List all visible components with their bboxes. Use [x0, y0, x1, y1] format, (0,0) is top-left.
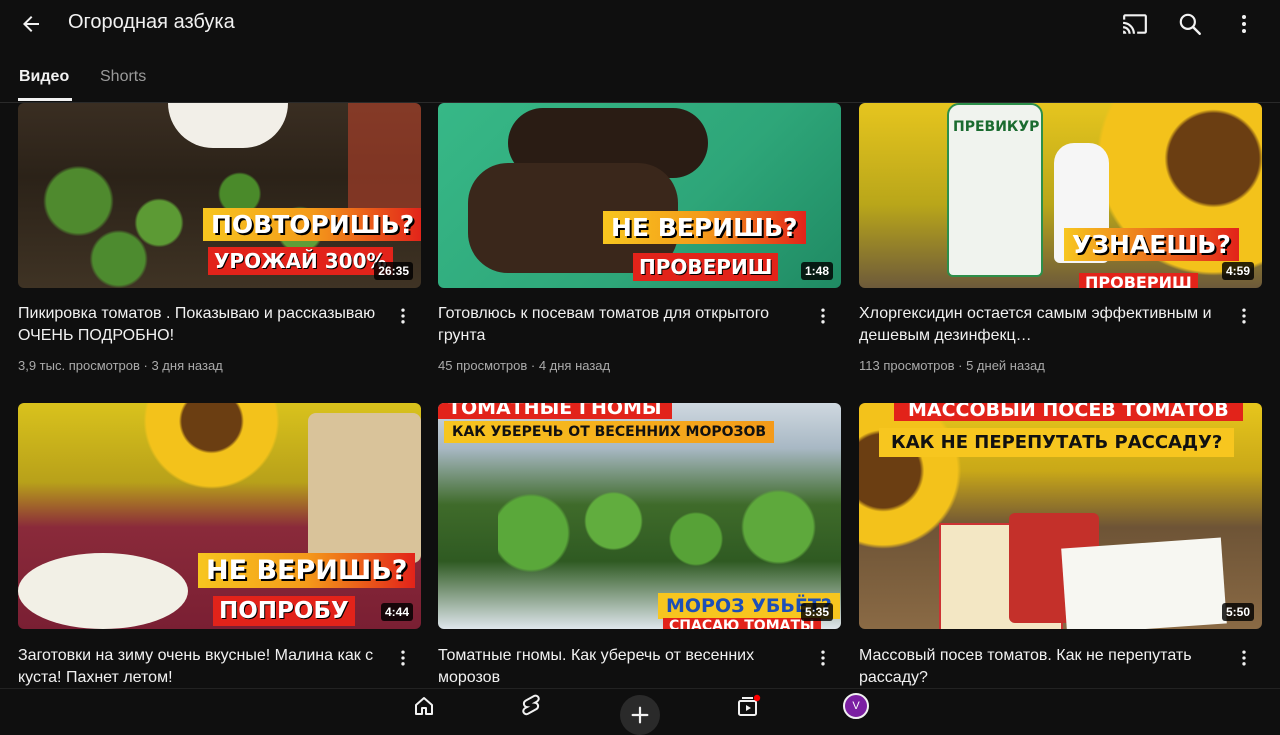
home-icon — [415, 697, 433, 715]
video-meta: 45 просмотров · 4 дня назад — [438, 358, 611, 373]
video-duration: 5:35 — [800, 603, 833, 621]
thumbnail-caption: НЕ ВЕРИШЬ? — [198, 553, 416, 588]
video-duration: 26:35 — [374, 262, 413, 280]
nav-create[interactable] — [620, 695, 660, 735]
video-title[interactable]: Томатные гномы. Как уберечь от весенних … — [438, 645, 798, 689]
video-thumbnail[interactable]: МАССОВЫЙ ПОСЕВ ТОМАТОВ КАК НЕ ПЕРЕПУТАТЬ… — [859, 403, 1262, 629]
cast-button[interactable] — [1119, 8, 1151, 40]
video-duration: 4:44 — [380, 603, 413, 621]
more-vert-icon — [821, 650, 825, 666]
tab-videos[interactable]: Видео — [19, 68, 69, 86]
video-card[interactable]: ПРЕВИКУР УЗНАЕШЬ? ПРОВЕРИШ 4:59 Хлоргекс… — [859, 103, 1262, 393]
more-vert-icon — [1242, 15, 1246, 33]
thumbnail-caption: УЗНАЕШЬ? — [1064, 228, 1239, 261]
video-thumbnail[interactable]: ТОМАТНЫЕ ГНОМЫ КАК УБЕРЕЧЬ ОТ ВЕСЕННИХ М… — [438, 403, 841, 629]
video-more-button[interactable] — [1232, 301, 1256, 331]
video-thumbnail[interactable]: ПОВТОРИШЬ? УРОЖАЙ 300% 26:35 — [18, 103, 421, 288]
video-title[interactable]: Готовлюсь к посевам томатов для открытог… — [438, 303, 798, 347]
channel-tabs: Видео Shorts — [0, 58, 1280, 103]
video-card[interactable]: НЕ ВЕРИШЬ? ПОПРОБУ 4:44 Заготовки на зим… — [18, 403, 421, 688]
thumbnail-caption: МАССОВЫЙ ПОСЕВ ТОМАТОВ — [894, 403, 1243, 421]
more-vert-icon — [401, 650, 405, 666]
create-icon — [631, 706, 649, 724]
more-vert-icon — [1242, 650, 1246, 666]
thumbnail-caption: ПОВТОРИШЬ? — [203, 208, 421, 241]
thumbnail-subcaption-2: СПАСАЮ ТОМАТЫ — [663, 618, 821, 629]
search-button[interactable] — [1174, 8, 1206, 40]
back-button[interactable] — [16, 10, 46, 38]
thumbnail-caption: ТОМАТНЫЕ ГНОМЫ — [438, 403, 672, 419]
video-thumbnail[interactable]: НЕ ВЕРИШЬ? ПОПРОБУ 4:44 — [18, 403, 421, 629]
shorts-icon — [522, 694, 540, 716]
top-app-bar: Огородная азбука — [0, 0, 1280, 48]
nav-subscriptions[interactable] — [730, 691, 766, 721]
more-vert-icon — [401, 308, 405, 324]
more-vert-icon — [821, 308, 825, 324]
thumbnail-subcaption: ПРОВЕРИШ — [633, 253, 779, 281]
nav-you[interactable]: V — [838, 691, 874, 721]
video-title[interactable]: Заготовки на зиму очень вкусные! Малина … — [18, 645, 378, 689]
video-card[interactable]: ПОВТОРИШЬ? УРОЖАЙ 300% 26:35 Пикировка т… — [18, 103, 421, 393]
video-meta: 3,9 тыс. просмотров · 3 дня назад — [18, 358, 223, 373]
video-duration: 4:59 — [1221, 262, 1254, 280]
thumbnail-subcaption: КАК УБЕРЕЧЬ ОТ ВЕСЕННИХ МОРОЗОВ — [444, 421, 775, 443]
plate-decoration — [18, 553, 188, 629]
thumbnail-caption: НЕ ВЕРИШЬ? — [603, 211, 806, 244]
back-arrow-icon — [23, 16, 39, 32]
video-thumbnail[interactable]: ПРЕВИКУР УЗНАЕШЬ? ПРОВЕРИШ 4:59 — [859, 103, 1262, 288]
active-tab-indicator — [18, 98, 72, 101]
video-card[interactable]: МАССОВЫЙ ПОСЕВ ТОМАТОВ КАК НЕ ПЕРЕПУТАТЬ… — [859, 403, 1262, 688]
bottom-navigation: V — [0, 688, 1280, 735]
thumbnail-subcaption: КАК НЕ ПЕРЕПУТАТЬ РАССАДУ? — [879, 428, 1235, 457]
more-options-button[interactable] — [1228, 8, 1260, 40]
thumbnail-subcaption: ПРОВЕРИШ — [1079, 273, 1198, 288]
notebook-decoration — [1061, 537, 1227, 629]
more-vert-icon — [1242, 308, 1246, 324]
seedlings-decoration — [498, 473, 828, 593]
user-avatar: V — [843, 693, 869, 719]
nav-shorts[interactable] — [513, 691, 549, 721]
bottle-label: ПРЕВИКУР — [953, 119, 1040, 135]
subscriptions-icon — [738, 694, 761, 716]
video-card[interactable]: НЕ ВЕРИШЬ? ПРОВЕРИШ 1:48 Готовлюсь к пос… — [438, 103, 841, 393]
plate-decoration — [168, 103, 288, 148]
video-meta: 113 просмотров · 5 дней назад — [859, 358, 1045, 373]
video-thumbnail[interactable]: НЕ ВЕРИШЬ? ПРОВЕРИШ 1:48 — [438, 103, 841, 288]
video-duration: 1:48 — [800, 262, 833, 280]
tab-shorts[interactable]: Shorts — [100, 68, 146, 86]
video-title[interactable]: Хлоргексидин остается самым эффективным … — [859, 303, 1219, 347]
video-more-button[interactable] — [1232, 643, 1256, 673]
packaging-decoration — [308, 413, 421, 563]
nav-home[interactable] — [406, 691, 442, 721]
thumbnail-subcaption: ПОПРОБУ — [213, 596, 355, 626]
channel-title: Огородная азбука — [68, 11, 235, 33]
video-card[interactable]: ТОМАТНЫЕ ГНОМЫ КАК УБЕРЕЧЬ ОТ ВЕСЕННИХ М… — [438, 403, 841, 688]
video-duration: 5:50 — [1221, 603, 1254, 621]
search-icon — [1179, 13, 1201, 35]
cast-icon — [1123, 14, 1147, 34]
video-more-button[interactable] — [391, 301, 415, 331]
video-more-button[interactable] — [391, 643, 415, 673]
thumbnail-subcaption: УРОЖАЙ 300% — [208, 247, 393, 275]
video-more-button[interactable] — [811, 301, 835, 331]
video-more-button[interactable] — [811, 643, 835, 673]
video-title[interactable]: Пикировка томатов . Показываю и рассказы… — [18, 303, 378, 347]
video-title[interactable]: Массовый посев томатов. Как не перепутат… — [859, 645, 1219, 689]
tray-decoration — [348, 103, 421, 213]
